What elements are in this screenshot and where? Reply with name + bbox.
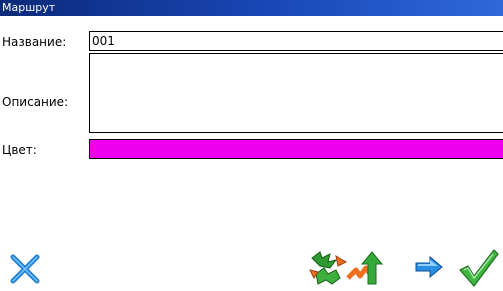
close-icon[interactable] [8,252,42,286]
color-label: Цвет: [2,143,37,157]
route-edit-icon[interactable] [346,248,386,288]
waypoints-icon[interactable] [306,248,350,288]
confirm-check-icon[interactable] [456,248,500,288]
description-input[interactable] [89,53,503,133]
color-swatch[interactable] [89,139,503,159]
name-label: Название: [2,35,67,49]
next-arrow-icon[interactable] [414,254,444,280]
name-input[interactable]: 001 [89,31,503,51]
window-title: Маршрут [0,0,503,16]
description-label: Описание: [2,95,69,109]
